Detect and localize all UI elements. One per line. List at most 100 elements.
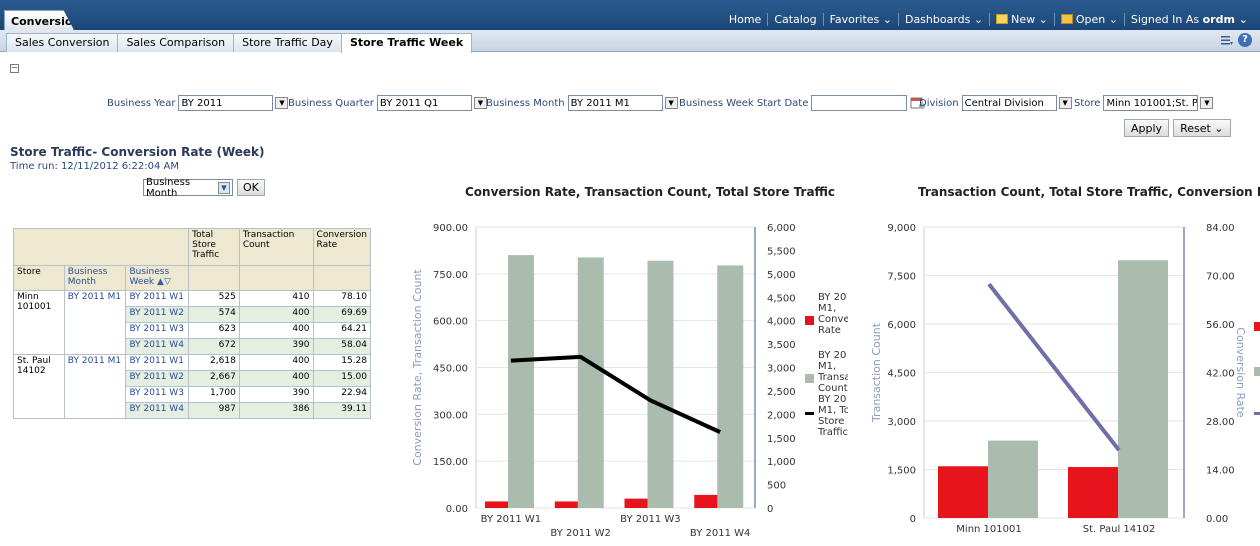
y-tick-label: 4,500 (887, 369, 916, 380)
business-month-select[interactable]: BY 2011 M1 (567, 95, 663, 111)
apply-button[interactable]: Apply (1124, 119, 1170, 137)
pivot-page-select[interactable]: Business Month ▼ (143, 177, 233, 199)
y-tick-label: 150.00 (433, 457, 468, 468)
help-icon[interactable]: ? (1238, 33, 1252, 47)
store-cell: Minn 101001 (13, 290, 65, 355)
y2-tick-label: 56.00 (1206, 320, 1235, 331)
header-store: Store (13, 265, 65, 291)
ok-button[interactable]: OK (237, 179, 265, 196)
legend-swatch (1254, 367, 1260, 376)
signed-in-menu[interactable]: Signed In As ordm ⌄ (1123, 13, 1254, 26)
y-axis-label: Transaction Count (870, 322, 883, 423)
page-options-icon[interactable] (1220, 34, 1234, 46)
y-tick-label: 450.00 (433, 364, 468, 375)
dropdown-arrow-icon[interactable]: ▼ (664, 97, 678, 109)
header-conversion-rate: Conversion Rate (312, 228, 372, 266)
week-cell[interactable]: BY 2011 W1 (125, 354, 190, 371)
header-business-week[interactable]: Business Week ▲▽ (125, 265, 190, 291)
value-cell: 39.11 (312, 402, 372, 419)
store-cell: St. Paul 14102 (13, 354, 65, 419)
dashboards-menu[interactable]: Dashboards ⌄ (897, 13, 989, 26)
y-tick-label: 1,500 (887, 466, 916, 477)
week-cell[interactable]: BY 2011 W4 (125, 338, 190, 355)
value-cell: 400 (238, 370, 314, 387)
value-cell: 400 (238, 306, 314, 323)
tab-sales-conversion[interactable]: Sales Conversion (6, 33, 119, 52)
value-cell: 2,618 (188, 354, 240, 371)
x-tick-label: BY 2011 W2 (550, 528, 610, 539)
value-cell: 574 (188, 306, 240, 323)
value-cell: 22.94 (312, 386, 372, 403)
header-business-month[interactable]: Business Month (63, 265, 127, 291)
legend-swatch (1254, 322, 1260, 331)
new-menu[interactable]: New ⌄ (989, 13, 1054, 26)
y-tick-label: 3,000 (887, 417, 916, 428)
catalog-link[interactable]: Catalog (767, 13, 822, 26)
home-link[interactable]: Home (723, 13, 767, 26)
bar-by-m-conversion-rate (624, 498, 651, 508)
time-run: Time run: 12/11/2012 6:22:04 AM (10, 161, 179, 172)
week-cell[interactable]: BY 2011 W2 (125, 370, 190, 387)
legend-swatch (805, 316, 814, 325)
week-cell[interactable]: BY 2011 W3 (125, 322, 190, 339)
open-menu[interactable]: Open ⌄ (1053, 13, 1124, 26)
value-cell: 410 (238, 290, 314, 307)
month-cell[interactable]: BY 2011 M1 (63, 354, 127, 419)
division-select[interactable]: Central Division (961, 95, 1057, 111)
value-cell: 69.69 (312, 306, 372, 323)
new-icon (996, 14, 1009, 24)
prompt-business-year: Business Year BY 2011 ▼ (107, 95, 289, 111)
chart2: 0 1,500 3,000 4,500 6,000 7,500 9,000 0.00 14.00… (870, 223, 1260, 535)
value-cell: 78.10 (312, 290, 372, 307)
bar-by-m-transaction-count (508, 255, 534, 508)
prompt-business-quarter: Business Quarter BY 2011 Q1 ▼ (288, 95, 487, 111)
y2-tick-label: 5,500 (767, 246, 796, 257)
dropdown-arrow-icon[interactable]: ▼ (275, 97, 289, 109)
prompt-business-month: Business Month BY 2011 M1 ▼ (486, 95, 678, 111)
x-tick-label: BY 2011 W1 (481, 514, 541, 525)
value-cell: 2,667 (188, 370, 240, 387)
dropdown-arrow-icon[interactable]: ▼ (1200, 97, 1214, 109)
favorites-menu[interactable]: Favorites ⌄ (822, 13, 898, 26)
bar-by-m-transaction-count (647, 260, 674, 508)
business-week-start-date-input[interactable] (811, 95, 908, 111)
x-tick-label: BY 2011 W3 (620, 514, 680, 525)
week-cell[interactable]: BY 2011 W3 (125, 386, 190, 403)
value-cell: 390 (238, 386, 314, 403)
report-title: Store Traffic- Conversion Rate (Week) (10, 145, 265, 159)
dropdown-arrow-icon[interactable]: ▼ (473, 97, 487, 109)
sort-icon[interactable]: ▲▽ (154, 277, 171, 287)
y2-tick-label: 14.00 (1206, 466, 1235, 477)
value-cell: 623 (188, 322, 240, 339)
y-tick-label: 0 (910, 514, 916, 525)
value-cell: 400 (238, 354, 314, 371)
value-cell: 1,700 (188, 386, 240, 403)
month-cell[interactable]: BY 2011 M1 (63, 290, 127, 355)
y-tick-label: 7,500 (887, 272, 916, 283)
value-cell: 15.28 (312, 354, 372, 371)
header-transaction-count: Transaction Count (238, 228, 314, 266)
y-tick-label: 300.00 (433, 410, 468, 421)
collapse-icon[interactable]: − (10, 64, 19, 73)
legend-swatch (805, 374, 814, 383)
x-tick-label: St. Paul 14102 (1083, 524, 1155, 535)
bar-by-m-conversion-rate (694, 494, 721, 508)
week-cell[interactable]: BY 2011 W2 (125, 306, 190, 323)
business-year-select[interactable]: BY 2011 (178, 95, 274, 111)
x-tick-label: Minn 101001 (956, 524, 1021, 535)
store-select[interactable]: Minn 101001;St. Pau (1103, 95, 1199, 111)
tab-store-traffic-week[interactable]: Store Traffic Week (340, 33, 473, 53)
y-tick-label: 600.00 (433, 317, 468, 328)
y2-tick-label: 2,500 (767, 387, 796, 398)
reset-button[interactable]: Reset ⌄ (1173, 119, 1231, 137)
week-cell[interactable]: BY 2011 W4 (125, 402, 190, 419)
tab-store-traffic-day[interactable]: Store Traffic Day (233, 33, 342, 52)
tab-sales-comparison[interactable]: Sales Comparison (117, 33, 235, 52)
app-tab[interactable]: Conversion (4, 10, 74, 30)
business-quarter-select[interactable]: BY 2011 Q1 (376, 95, 472, 111)
y2-tick-label: 84.00 (1206, 223, 1235, 234)
global-nav: Home Catalog Favorites ⌄ Dashboards ⌄ Ne… (723, 13, 1254, 26)
legend-label: BY 20 M1, To Store Traffic (817, 394, 848, 438)
week-cell[interactable]: BY 2011 W1 (125, 290, 190, 307)
dropdown-arrow-icon[interactable]: ▼ (1058, 97, 1072, 109)
